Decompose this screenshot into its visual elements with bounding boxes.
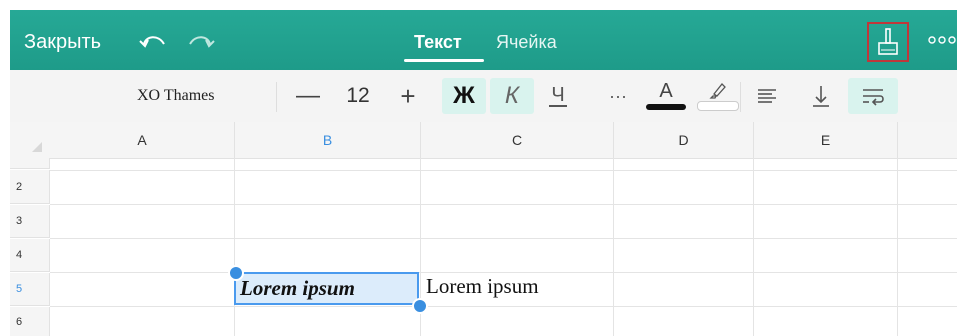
row-divider [50, 170, 957, 171]
close-button[interactable]: Закрыть [24, 31, 101, 54]
column-header-next[interactable] [898, 122, 957, 159]
format-toolbar: XO Thames — 12 + Ж К Ч ··· A [10, 70, 957, 123]
redo-icon[interactable] [188, 30, 216, 50]
font-name-selector[interactable]: XO Thames [137, 87, 214, 105]
font-color-button[interactable]: A [642, 78, 690, 114]
toolbar-divider [276, 82, 277, 112]
row-divider [50, 238, 957, 239]
select-all-corner[interactable] [10, 122, 51, 159]
bold-button[interactable]: Ж [442, 78, 486, 114]
tab-cell[interactable]: Ячейка [496, 32, 557, 53]
cell-b5-selected[interactable]: Lorem ipsum [234, 272, 419, 305]
decrease-font-size-button[interactable]: — [294, 78, 322, 114]
align-left-icon[interactable] [752, 78, 782, 114]
spreadsheet-grid: A B C D E 2 3 4 5 6 Lorem ipsum Lorem ip… [10, 122, 957, 336]
column-header-b[interactable]: B [235, 122, 421, 159]
italic-button[interactable]: К [490, 78, 534, 114]
row-header-5[interactable]: 5 [10, 273, 50, 306]
more-format-button[interactable]: ··· [604, 78, 632, 114]
font-size-value[interactable]: 12 [343, 78, 373, 114]
row-header-3[interactable]: 3 [10, 205, 50, 238]
toolbar-divider [740, 82, 741, 112]
corner-triangle-icon [32, 142, 42, 152]
tab-text[interactable]: Текст [414, 32, 462, 53]
column-divider [897, 158, 898, 336]
more-dots-icon[interactable] [927, 33, 957, 47]
column-divider [613, 158, 614, 336]
undo-icon[interactable] [138, 30, 166, 50]
wrap-text-button[interactable] [848, 78, 898, 114]
brush-icon [878, 28, 898, 55]
underline-glyph: Ч [551, 83, 565, 106]
column-header-a[interactable]: A [50, 122, 235, 159]
cell-c5[interactable]: Lorem ipsum [426, 272, 539, 305]
wrap-text-icon [863, 89, 884, 106]
highlight-color-button[interactable] [694, 78, 742, 114]
row-header-4[interactable]: 4 [10, 239, 50, 272]
row-header-6[interactable]: 6 [10, 307, 50, 336]
column-divider [234, 158, 235, 336]
highlight-color-swatch [697, 101, 739, 111]
font-color-swatch [646, 104, 686, 110]
row-header-partial [10, 158, 50, 169]
vertical-align-bottom-icon[interactable] [806, 78, 836, 114]
brush-button[interactable] [867, 22, 909, 62]
column-header-d[interactable]: D [614, 122, 754, 159]
highlighter-icon [709, 83, 726, 99]
font-color-glyph: A [659, 80, 673, 102]
increase-font-size-button[interactable]: + [394, 78, 422, 114]
column-header-e[interactable]: E [754, 122, 898, 159]
underline-button[interactable]: Ч [542, 78, 574, 114]
top-bar: Закрыть Текст Ячейка [10, 10, 957, 70]
column-divider [753, 158, 754, 336]
active-tab-indicator [404, 59, 484, 62]
row-header-2[interactable]: 2 [10, 170, 50, 204]
column-header-c[interactable]: C [421, 122, 614, 159]
selection-handle-top-left[interactable] [228, 265, 244, 281]
underline-bar [549, 104, 567, 107]
row-divider [50, 204, 957, 205]
row-divider [50, 306, 957, 307]
